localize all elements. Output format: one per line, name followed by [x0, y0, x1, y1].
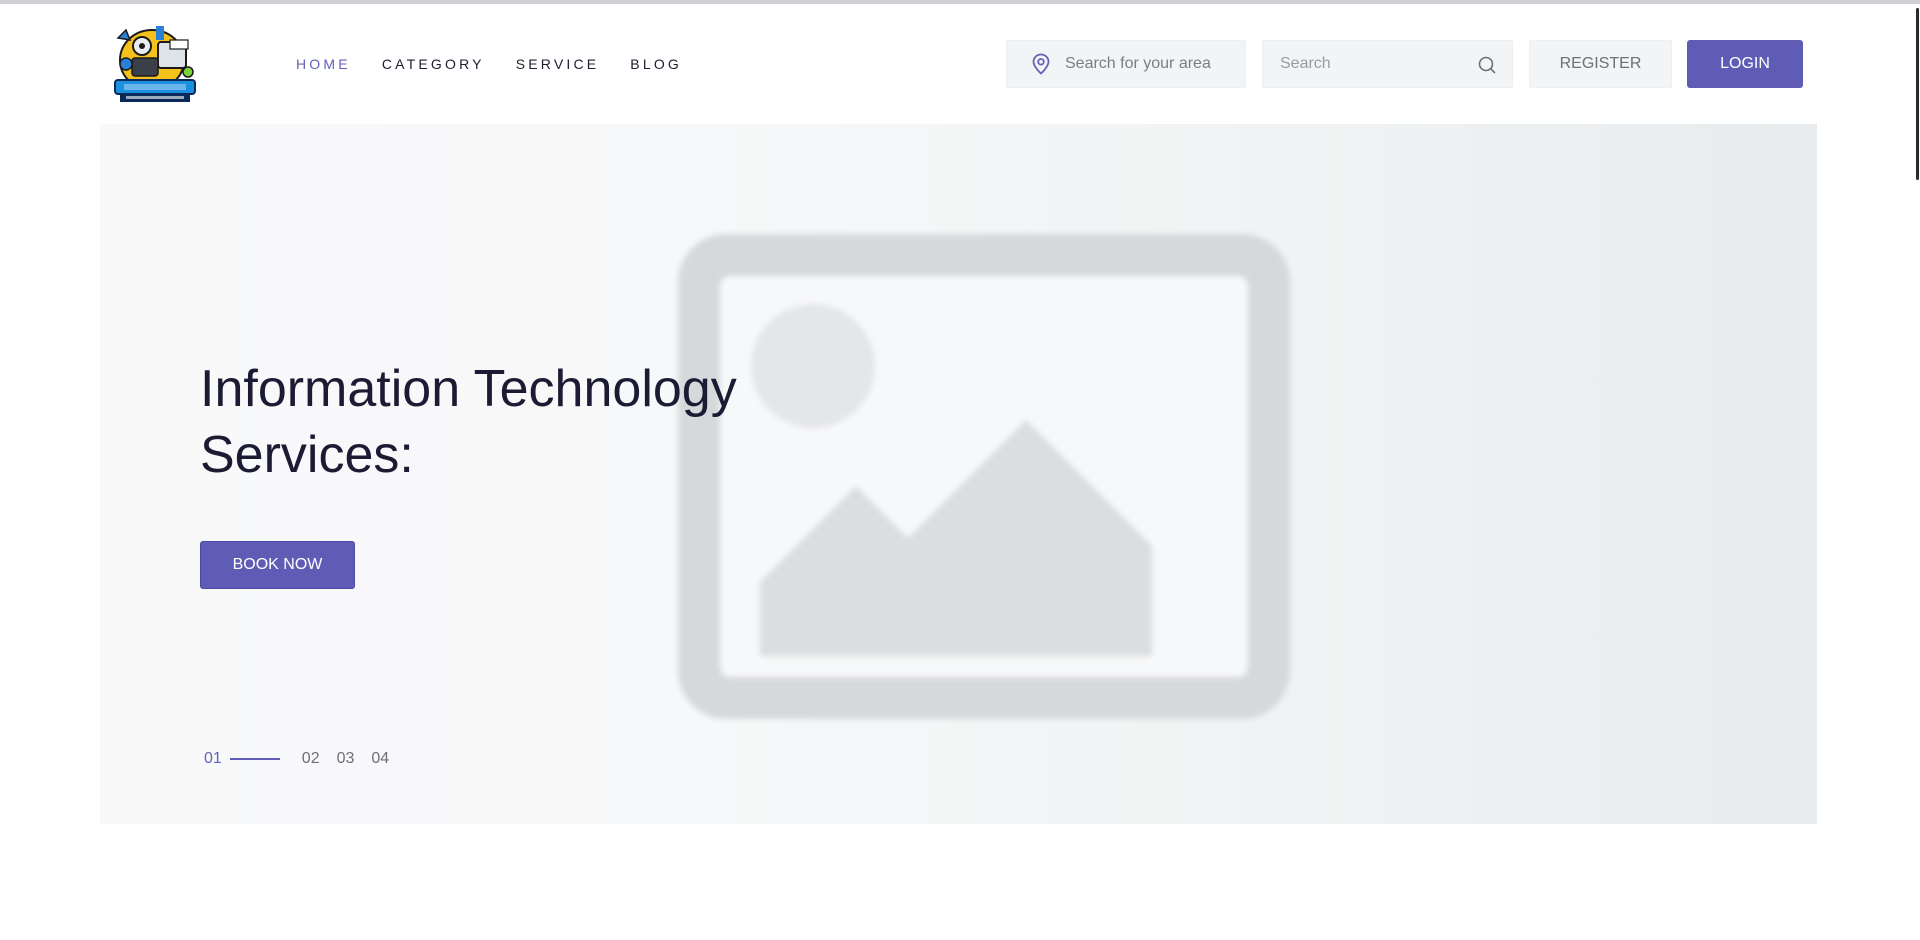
- nav-item-service[interactable]: SERVICE: [516, 56, 600, 72]
- slide-pager: 01 02 03 04: [204, 750, 389, 768]
- slide-indicator-01[interactable]: 01: [204, 750, 222, 768]
- logo-graphic: [114, 26, 196, 102]
- hero-slider: Information Technology Services: BOOK NO…: [100, 124, 1817, 824]
- slide-indicator-02[interactable]: 02: [302, 750, 320, 768]
- book-now-button[interactable]: BOOK NOW: [200, 541, 355, 589]
- search-input[interactable]: [1278, 54, 1474, 74]
- hero-title-line1: Information Technology: [200, 360, 737, 418]
- login-button[interactable]: LOGIN: [1687, 40, 1803, 88]
- nav-item-home[interactable]: HOME: [296, 56, 351, 72]
- area-search-input[interactable]: [1063, 54, 1233, 74]
- scrollbar[interactable]: [1914, 4, 1920, 940]
- map-pin-icon: [1032, 53, 1050, 75]
- site-header: HOME CATEGORY SERVICE BLOG REGISTER LOGI…: [0, 4, 1910, 122]
- search-box[interactable]: [1262, 40, 1513, 88]
- nav-item-blog[interactable]: BLOG: [630, 56, 682, 72]
- main-nav: HOME CATEGORY SERVICE BLOG: [296, 56, 713, 72]
- area-search-box[interactable]: [1006, 40, 1246, 88]
- hero-title: Information Technology Services:: [200, 356, 900, 488]
- slide-indicator-03[interactable]: 03: [337, 750, 355, 768]
- search-icon[interactable]: [1477, 55, 1497, 75]
- hero-title-line2: Services:: [200, 426, 414, 484]
- slide-indicator-04[interactable]: 04: [371, 750, 389, 768]
- nav-item-category[interactable]: CATEGORY: [382, 56, 485, 72]
- scrollbar-thumb[interactable]: [1916, 8, 1919, 180]
- site-logo[interactable]: [112, 24, 198, 106]
- active-slide-line: [229, 758, 280, 760]
- register-button[interactable]: REGISTER: [1529, 40, 1672, 88]
